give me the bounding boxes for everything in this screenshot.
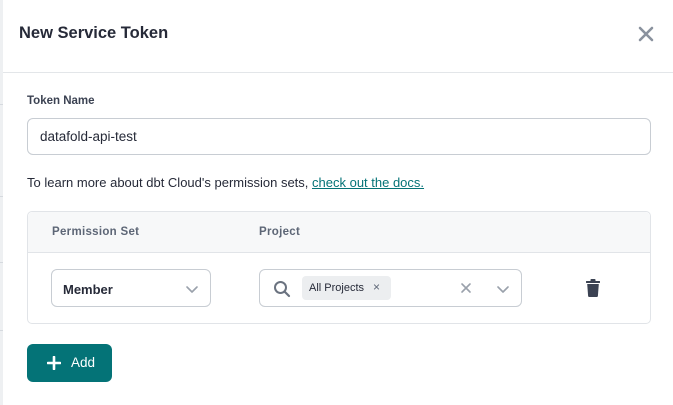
clear-icon[interactable] [458, 280, 474, 296]
modal-title: New Service Token [19, 24, 169, 42]
permission-set-select[interactable]: Member [51, 269, 211, 307]
permissions-table: Permission Set Project Member All Projec… [27, 211, 651, 324]
column-header-permission-set: Permission Set [52, 226, 140, 238]
modal-header: New Service Token [3, 0, 673, 73]
help-text-body: To learn more about dbt Cloud's permissi… [27, 175, 313, 190]
project-multiselect[interactable]: All Projects × [259, 269, 522, 307]
add-button[interactable]: Add [27, 344, 112, 382]
chevron-down-icon[interactable] [496, 282, 510, 296]
trash-icon[interactable] [585, 279, 601, 297]
plus-icon [47, 356, 61, 370]
chip-remove-icon[interactable]: × [373, 280, 380, 294]
new-service-token-modal: New Service Token Token Name To learn mo… [3, 0, 673, 405]
close-icon[interactable] [637, 25, 655, 43]
permission-set-value: Member [63, 282, 113, 297]
search-icon [274, 281, 291, 298]
project-chip-label: All Projects [309, 282, 365, 294]
docs-link[interactable]: check out the docs. [312, 175, 424, 190]
add-button-label: Add [71, 355, 96, 370]
project-chip: All Projects × [302, 276, 391, 300]
column-header-project: Project [259, 226, 301, 238]
token-name-label: Token Name [27, 95, 95, 107]
chevron-down-icon [186, 286, 198, 293]
token-name-input[interactable] [27, 118, 651, 155]
permissions-table-header: Permission Set Project [28, 212, 650, 253]
help-text: To learn more about dbt Cloud's permissi… [27, 175, 424, 190]
